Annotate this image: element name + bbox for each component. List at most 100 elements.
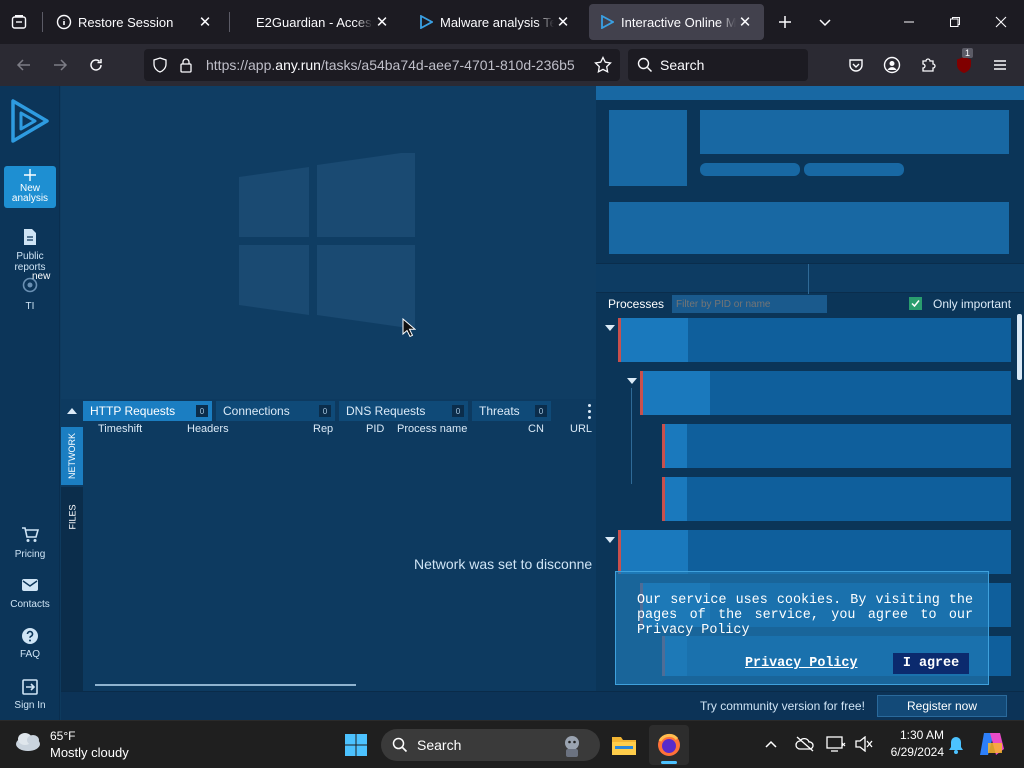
list-all-tabs-button[interactable] — [810, 7, 840, 37]
bookmark-star-icon[interactable] — [594, 56, 612, 79]
arrow-left-icon — [16, 59, 30, 71]
copilot-icon — [980, 733, 1004, 755]
clock[interactable]: 1:30 AM 6/29/2024 — [880, 728, 944, 759]
tab-label: Threats — [479, 404, 520, 418]
sidebar-item-faq[interactable]: FAQ — [0, 627, 60, 660]
loading-placeholder — [700, 110, 1009, 154]
column-header-headers[interactable]: Headers — [187, 423, 229, 435]
notifications-button[interactable] — [948, 736, 964, 759]
weather-widget[interactable]: 65°F Mostly cloudy — [14, 729, 129, 760]
tab-dns-requests[interactable]: DNS Requests 0 — [339, 401, 468, 421]
tab-label: DNS Requests — [346, 404, 426, 418]
tab-interactive-online-malware[interactable]: Interactive Online Malw ✕ — [589, 4, 764, 40]
url-text[interactable]: https://app.any.run/tasks/a54ba74d-aee7-… — [206, 57, 582, 73]
tab-label: Malware analysis Tera I — [440, 14, 554, 30]
sidebar-item-label: Pricing — [14, 549, 46, 560]
ublock-extension-button[interactable]: 1 — [949, 48, 979, 80]
account-button[interactable] — [877, 50, 907, 80]
extensions-button[interactable] — [913, 50, 943, 80]
network-disconnected-message: Network was set to disconne — [414, 556, 593, 572]
vm-screen[interactable] — [61, 86, 596, 401]
forward-button[interactable] — [45, 50, 75, 80]
collapse-arrow-icon[interactable] — [627, 378, 637, 384]
reload-button[interactable] — [81, 50, 111, 80]
folder-icon — [612, 737, 636, 755]
show-hidden-icons-button[interactable] — [764, 737, 778, 756]
tab-close-icon[interactable]: ✕ — [554, 13, 572, 31]
firefox-taskbar-button[interactable] — [649, 725, 689, 765]
app-menu-button[interactable] — [985, 50, 1015, 80]
collapse-panel-button[interactable] — [61, 401, 83, 421]
vertical-scrollbar[interactable] — [1017, 314, 1022, 380]
tab-count: 0 — [319, 405, 331, 417]
anyrun-logo[interactable] — [9, 98, 51, 149]
process-row[interactable] — [662, 424, 1011, 468]
pocket-button[interactable] — [841, 50, 871, 80]
column-header-timeshift[interactable]: Timeshift — [98, 423, 142, 435]
column-header-pid[interactable]: PID — [366, 423, 384, 435]
agree-button[interactable]: I agree — [893, 653, 969, 674]
sidebar-item-ti[interactable]: new TI — [0, 271, 60, 312]
tab-close-icon[interactable]: ✕ — [373, 13, 391, 31]
tab-list-button[interactable] — [4, 7, 34, 37]
network-tray-icon[interactable] — [826, 735, 846, 758]
taskbar-search-label: Search — [417, 737, 462, 753]
back-button[interactable] — [9, 50, 39, 80]
restore-button[interactable] — [932, 0, 978, 44]
column-header-process-name[interactable]: Process name — [397, 423, 467, 435]
column-header-url[interactable]: URL — [570, 423, 592, 435]
close-window-button[interactable] — [978, 0, 1024, 44]
start-button[interactable] — [336, 725, 376, 765]
chevron-up-icon — [765, 740, 777, 748]
shield-icon[interactable] — [152, 57, 168, 78]
side-tab-files[interactable]: FILES — [61, 487, 83, 547]
file-explorer-button[interactable] — [604, 725, 644, 765]
register-now-button[interactable]: Register now — [877, 695, 1007, 717]
column-header-cn[interactable]: CN — [528, 423, 544, 435]
sidebar-item-pricing[interactable]: Pricing — [0, 527, 60, 560]
taskbar-search[interactable]: Search — [381, 729, 600, 761]
onedrive-tray-icon[interactable] — [795, 736, 815, 757]
collapse-arrow-icon[interactable] — [605, 537, 615, 543]
lock-icon[interactable] — [178, 57, 194, 78]
tab-threats[interactable]: Threats 0 — [472, 401, 551, 421]
tab-close-icon[interactable]: ✕ — [196, 13, 214, 31]
puzzle-icon — [922, 58, 936, 72]
sidebar-item-contacts[interactable]: Contacts — [0, 578, 60, 610]
sidebar-item-label: TI — [25, 301, 35, 312]
horizontal-scrollbar[interactable] — [95, 684, 356, 686]
search-icon — [392, 737, 408, 753]
plus-icon — [779, 16, 791, 28]
process-filter-input[interactable] — [672, 295, 827, 313]
process-row[interactable] — [662, 477, 1011, 521]
column-header-rep[interactable]: Rep — [313, 423, 333, 435]
loading-placeholder — [609, 110, 687, 186]
address-bar[interactable]: https://app.any.run/tasks/a54ba74d-aee7-… — [144, 49, 620, 81]
only-important-checkbox[interactable] — [909, 297, 922, 310]
tab-close-icon[interactable]: ✕ — [736, 13, 754, 31]
volume-tray-icon[interactable] — [855, 735, 873, 757]
search-bar[interactable]: Search — [628, 49, 808, 81]
process-row[interactable] — [618, 530, 1011, 574]
tab-e2guardian[interactable]: E2Guardian - Access De ✕ — [246, 4, 401, 40]
sidebar-item-public-reports[interactable]: Public reports — [0, 228, 60, 273]
new-analysis-button[interactable]: New analysis — [4, 166, 56, 208]
tab-malware-analysis[interactable]: Malware analysis Tera I ✕ — [408, 4, 582, 40]
process-row[interactable] — [618, 318, 1011, 362]
process-row[interactable] — [640, 371, 1011, 415]
more-options-icon[interactable] — [583, 402, 595, 420]
tab-restore-session[interactable]: Restore Session ✕ — [46, 4, 224, 40]
community-version-text: Try community version for free! — [700, 699, 865, 713]
tab-connections[interactable]: Connections 0 — [216, 401, 335, 421]
new-tab-button[interactable] — [770, 7, 800, 37]
side-tab-network[interactable]: NETWORK — [61, 427, 83, 485]
copilot-button[interactable] — [978, 731, 1006, 762]
tab-label: Interactive Online Malw — [621, 14, 736, 30]
anyrun-favicon-icon — [599, 14, 615, 30]
privacy-policy-link[interactable]: Privacy Policy — [745, 656, 858, 671]
browser-nav-bar: https://app.any.run/tasks/a54ba74d-aee7-… — [0, 44, 1024, 86]
collapse-arrow-icon[interactable] — [605, 325, 615, 331]
minimize-button[interactable] — [886, 0, 932, 44]
tab-http-requests[interactable]: HTTP Requests 0 — [83, 401, 212, 421]
sidebar-item-signin[interactable]: Sign In — [0, 678, 60, 711]
